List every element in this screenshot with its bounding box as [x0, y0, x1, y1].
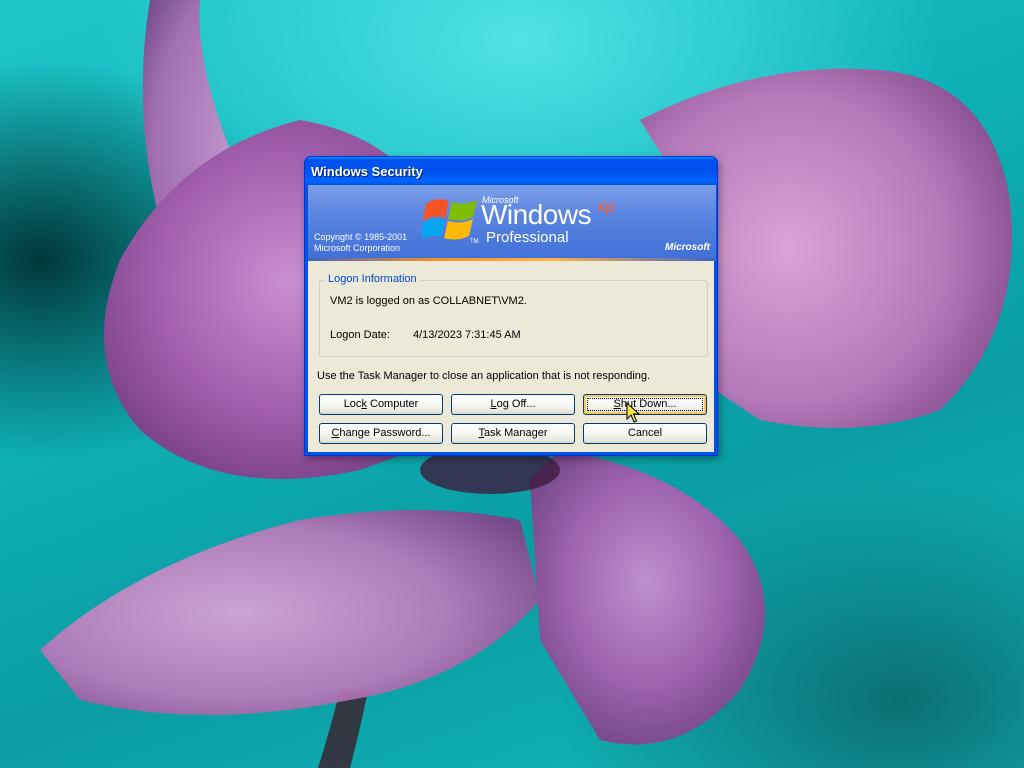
title-bar[interactable]: Windows Security [305, 157, 717, 185]
window-title: Windows Security [311, 164, 423, 179]
windows-security-dialog: Windows Security Microsoft Windows xp TM… [304, 156, 718, 456]
logon-date-label: Logon Date: [330, 329, 390, 341]
logon-date-value: 4/13/2023 7:31:45 AM [413, 329, 521, 341]
log-off-button[interactable]: Log Off... [451, 394, 575, 415]
change-password-button[interactable]: Change Password... [319, 423, 443, 444]
trademark-mark: TM [470, 239, 479, 245]
task-manager-hint: Use the Task Manager to close an applica… [317, 370, 651, 382]
windows-flag-icon [422, 199, 477, 240]
lock-computer-button[interactable]: Lock Computer [319, 394, 443, 415]
windows-xp-banner: Microsoft Windows xp TM Professional Cop… [308, 185, 716, 261]
edition-text: Professional [486, 229, 569, 246]
xp-wordmark: xp [597, 197, 615, 216]
shut-down-button[interactable]: Shut Down... [583, 394, 707, 415]
banner-divider [308, 258, 716, 261]
logon-information-group: Logon Information VM2 is logged on as CO… [319, 273, 708, 357]
dialog-body: Microsoft Windows xp TM Professional Cop… [308, 185, 716, 452]
logged-on-message: VM2 is logged on as COLLABNET\VM2. [330, 295, 527, 307]
group-legend: Logon Information [325, 273, 420, 285]
copyright-text: Copyright © 1985-2001 [314, 232, 408, 242]
task-manager-button[interactable]: Task Manager [451, 423, 575, 444]
cancel-button[interactable]: Cancel [583, 423, 707, 444]
windows-wordmark: Windows [481, 199, 592, 230]
microsoft-logo: Microsoft [665, 242, 710, 253]
copyright-company: Microsoft Corporation [314, 243, 401, 253]
mouse-pointer-icon [626, 402, 640, 423]
